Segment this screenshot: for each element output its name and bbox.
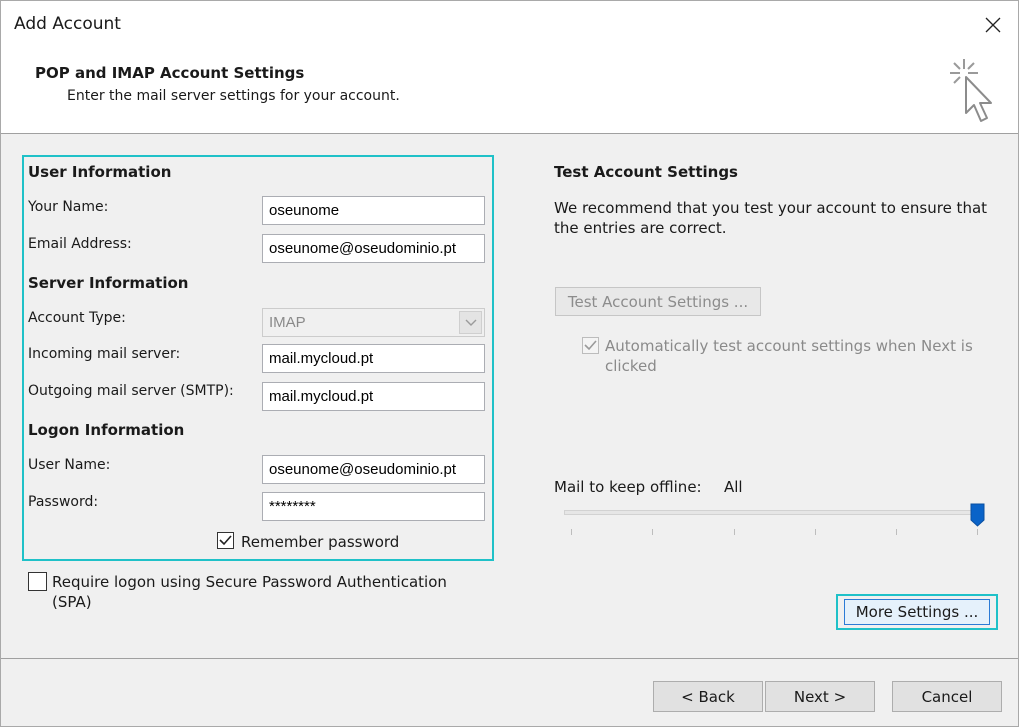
offline-slider-track[interactable] <box>564 510 984 515</box>
auto-test-label: Automatically test account settings when… <box>605 337 973 375</box>
check-icon <box>584 340 597 351</box>
window-title: Add Account <box>14 14 121 34</box>
incoming-server-label: Incoming mail server: <box>28 346 181 362</box>
back-button[interactable]: < Back <box>653 681 763 712</box>
page-subtitle: Enter the mail server settings for your … <box>67 88 400 104</box>
page-title: POP and IMAP Account Settings <box>35 64 305 82</box>
your-name-label: Your Name: <box>28 199 109 215</box>
server-info-heading: Server Information <box>28 274 189 292</box>
more-settings-highlight: More Settings ... <box>836 594 998 630</box>
password-label: Password: <box>28 494 99 510</box>
your-name-input[interactable]: oseunome <box>262 196 485 225</box>
account-type-label: Account Type: <box>28 310 126 326</box>
account-type-value: IMAP <box>269 314 306 331</box>
offline-slider-thumb[interactable] <box>970 503 985 527</box>
password-input[interactable]: ******** <box>262 492 485 521</box>
test-account-settings-button[interactable]: Test Account Settings ... <box>555 287 761 316</box>
slider-tick <box>896 529 897 535</box>
chevron-down-icon <box>459 311 482 334</box>
spa-label: Require logon using Secure Password Auth… <box>52 573 447 611</box>
slider-tick <box>977 529 978 535</box>
outgoing-server-label: Outgoing mail server (SMTP): <box>28 383 234 399</box>
test-settings-description: We recommend that you test your account … <box>554 199 988 237</box>
slider-tick <box>571 529 572 535</box>
mail-offline-label: Mail to keep offline: <box>554 478 702 496</box>
slider-tick <box>652 529 653 535</box>
user-info-heading: User Information <box>28 163 172 181</box>
email-address-input[interactable]: oseunome@oseudominio.pt <box>262 234 485 263</box>
user-name-input[interactable]: oseunome@oseudominio.pt <box>262 455 485 484</box>
check-icon <box>219 535 232 546</box>
outgoing-server-input[interactable]: mail.mycloud.pt <box>262 382 485 411</box>
cursor-sparkle-icon <box>950 59 992 122</box>
title-bar: Add Account <box>1 1 1018 49</box>
remember-password-label: Remember password <box>241 533 400 551</box>
test-settings-heading: Test Account Settings <box>554 163 738 181</box>
close-icon <box>985 17 1001 33</box>
email-address-label: Email Address: <box>28 236 132 252</box>
remember-password-checkbox[interactable] <box>217 532 234 549</box>
close-button[interactable] <box>976 9 1010 41</box>
user-name-label: User Name: <box>28 457 111 473</box>
logon-info-heading: Logon Information <box>28 421 185 439</box>
account-type-select: IMAP <box>262 308 485 337</box>
next-button[interactable]: Next > <box>765 681 875 712</box>
footer-divider <box>1 658 1018 659</box>
more-settings-button[interactable]: More Settings ... <box>844 599 990 625</box>
cancel-button[interactable]: Cancel <box>892 681 1002 712</box>
wizard-header: POP and IMAP Account Settings Enter the … <box>1 49 1018 134</box>
mail-offline-value: All <box>724 478 743 496</box>
spa-checkbox[interactable] <box>28 572 47 591</box>
incoming-server-input[interactable]: mail.mycloud.pt <box>262 344 485 373</box>
slider-tick <box>815 529 816 535</box>
slider-tick <box>734 529 735 535</box>
auto-test-checkbox[interactable] <box>582 337 599 354</box>
add-account-dialog: Add Account POP and IMAP Account Setting… <box>0 0 1019 727</box>
